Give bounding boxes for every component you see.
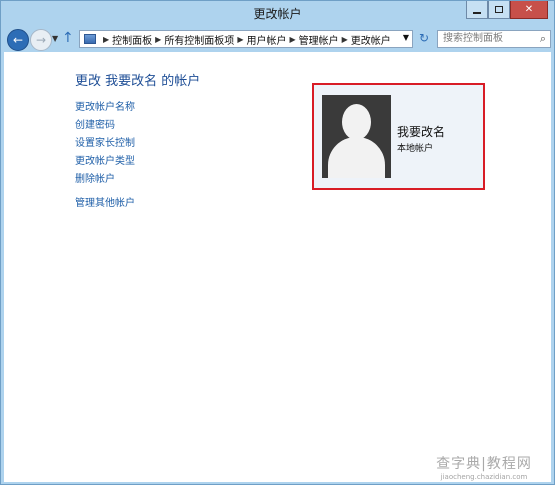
account-type: 本地帐户 [397, 144, 434, 154]
back-arrow-icon: ← [12, 33, 24, 47]
breadcrumb-control-panel[interactable]: 控制面板 [112, 32, 152, 47]
delete-account-link[interactable]: 删除帐户 [75, 170, 115, 185]
breadcrumb-separator[interactable]: ▶ [155, 35, 161, 44]
forward-arrow-icon: → [35, 33, 47, 47]
create-password-link[interactable]: 创建密码 [75, 116, 115, 131]
title-bar: 更改帐户 ✕ [1, 1, 554, 26]
chevron-down-icon: ▼ [52, 34, 59, 43]
manage-other-accounts-link[interactable]: 管理其他帐户 [75, 194, 135, 209]
main-content: 更改 我要改名 的帐户 更改帐户名称 创建密码 设置家长控制 更改帐户类型 删除… [4, 52, 551, 482]
watermark-main: 查字典|教程网 [436, 456, 532, 472]
window: 更改帐户 ✕ ← → ▼ ↑ ▶ 控制面板 ▶ 所有控制面板项 ▶ 用户帐户 ▶… [0, 0, 555, 485]
breadcrumb-all-items[interactable]: 所有控制面板项 [164, 32, 234, 47]
watermark-sub: jiaocheng.chazidian.com [440, 473, 528, 481]
close-icon: ✕ [524, 4, 534, 15]
search-placeholder: 搜索控制面板 [443, 33, 503, 44]
breadcrumb-change-account[interactable]: 更改帐户 [351, 32, 391, 47]
change-account-type-link[interactable]: 更改帐户类型 [75, 152, 135, 167]
window-controls: ✕ [466, 1, 548, 21]
page-title: 更改 我要改名 的帐户 [75, 74, 201, 89]
avatar-body [328, 137, 385, 178]
search-input[interactable]: 搜索控制面板 ⌕ [437, 30, 551, 48]
forward-button[interactable]: → [30, 29, 52, 51]
back-button[interactable]: ← [7, 29, 29, 51]
refresh-button[interactable]: ↻ [415, 31, 433, 47]
address-bar[interactable]: ▶ 控制面板 ▶ 所有控制面板项 ▶ 用户帐户 ▶ 管理帐户 ▶ 更改帐户 ▼ [79, 30, 413, 48]
refresh-icon: ↻ [418, 31, 430, 45]
search-icon[interactable]: ⌕ [540, 31, 546, 47]
control-panel-icon [84, 34, 96, 44]
account-name: 我要改名 [397, 125, 446, 139]
breadcrumb-user-accounts[interactable]: 用户帐户 [246, 32, 286, 47]
breadcrumb-separator[interactable]: ▶ [289, 35, 295, 44]
maximize-button[interactable] [488, 1, 510, 19]
breadcrumb-separator[interactable]: ▶ [342, 35, 348, 44]
breadcrumb-separator[interactable]: ▶ [103, 35, 109, 44]
watermark: 查字典|教程网 jiaocheng.chazidian.com [419, 453, 549, 481]
minimize-icon [473, 11, 481, 14]
breadcrumb-separator[interactable]: ▶ [237, 35, 243, 44]
recent-locations-button[interactable]: ▼ [52, 34, 58, 43]
parental-controls-link[interactable]: 设置家长控制 [75, 134, 135, 149]
address-dropdown-icon[interactable]: ▼ [403, 33, 409, 42]
up-button[interactable]: ↑ [62, 30, 74, 46]
breadcrumb-manage-accounts[interactable]: 管理帐户 [299, 32, 339, 47]
change-account-name-link[interactable]: 更改帐户名称 [75, 98, 135, 113]
avatar-head [342, 104, 371, 140]
account-card[interactable]: 我要改名 本地帐户 [312, 83, 485, 190]
up-arrow-icon: ↑ [62, 30, 74, 46]
navigation-bar: ← → ▼ ↑ ▶ 控制面板 ▶ 所有控制面板项 ▶ 用户帐户 ▶ 管理帐户 ▶… [1, 26, 554, 52]
user-avatar-icon [322, 95, 391, 178]
maximize-icon [495, 6, 503, 13]
minimize-button[interactable] [466, 1, 488, 19]
close-button[interactable]: ✕ [510, 1, 548, 19]
